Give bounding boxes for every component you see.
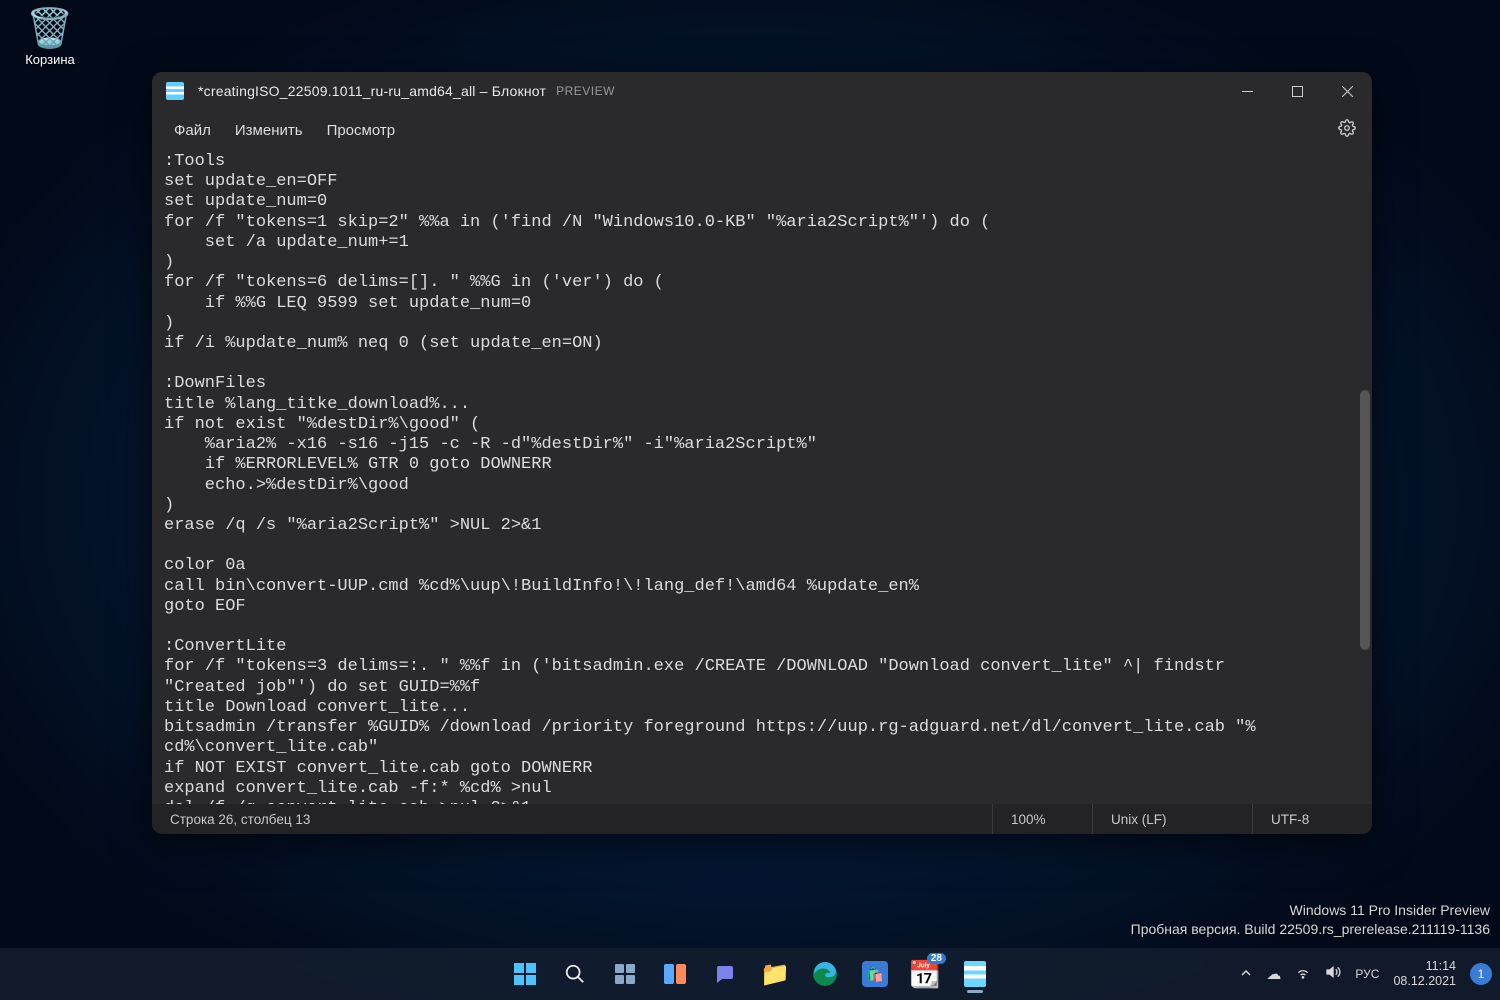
status-eol[interactable]: Unix (LF) [1092,804,1252,834]
notepad-icon [166,82,184,100]
windows-logo-icon [514,963,536,985]
status-encoding[interactable]: UTF-8 [1252,804,1372,834]
volume-icon[interactable] [1325,964,1341,984]
calendar-button[interactable]: 📆 28 [904,953,946,995]
notepad-taskbar-icon [964,961,986,987]
recycle-bin-icon: 🗑️ [15,10,85,48]
notification-count: 1 [1478,967,1485,981]
calendar-badge: 28 [927,953,946,964]
maximize-icon [1292,86,1303,97]
editor-area[interactable]: :Tools set update_en=OFF set update_num=… [152,150,1372,804]
desktop-watermark: Windows 11 Pro Insider Preview Пробная в… [1131,901,1490,940]
recycle-bin-label: Корзина [15,52,85,67]
wifi-icon[interactable] [1295,964,1311,984]
taskbar: 📁 🛍️ 📆 28 ☁ РУС 11:14 08.12.2021 [0,948,1500,1000]
maximize-button[interactable] [1272,72,1322,110]
search-icon [564,963,586,985]
scrollbar[interactable] [1358,150,1370,804]
tray-chevron-up-icon[interactable] [1240,966,1252,983]
settings-button[interactable] [1332,113,1362,148]
edge-icon [812,961,838,987]
menu-file[interactable]: Файл [162,116,223,145]
clock-date: 08.12.2021 [1393,974,1456,989]
close-icon [1342,86,1353,97]
chat-icon [713,962,737,986]
system-tray: ☁ РУС 11:14 08.12.2021 1 [1240,959,1492,989]
close-button[interactable] [1322,72,1372,110]
recycle-bin[interactable]: 🗑️ Корзина [15,10,85,67]
notepad-window: *creatingISO_22509.1011_ru-ru_amd64_all … [152,72,1372,834]
preview-tag: PREVIEW [556,84,615,98]
store-button[interactable]: 🛍️ [854,953,896,995]
search-button[interactable] [554,953,596,995]
menu-edit[interactable]: Изменить [223,116,315,145]
minimize-button[interactable] [1222,72,1272,110]
window-controls [1222,72,1372,110]
explorer-button[interactable]: 📁 [754,953,796,995]
edge-button[interactable] [804,953,846,995]
folder-icon: 📁 [760,960,790,989]
notepad-taskbar-button[interactable] [954,953,996,995]
taskview-button[interactable] [604,953,646,995]
statusbar: Строка 26, столбец 13 100% Unix (LF) UTF… [152,804,1372,834]
status-zoom[interactable]: 100% [992,804,1092,834]
onedrive-icon[interactable]: ☁ [1266,965,1281,983]
scrollbar-thumb[interactable] [1360,390,1370,650]
watermark-line2: Пробная версия. Build 22509.rs_prereleas… [1131,920,1490,940]
clock[interactable]: 11:14 08.12.2021 [1393,959,1456,989]
chat-button[interactable] [704,953,746,995]
menubar: Файл Изменить Просмотр [152,110,1372,150]
titlebar[interactable]: *creatingISO_22509.1011_ru-ru_amd64_all … [152,72,1372,110]
taskbar-center: 📁 🛍️ 📆 28 [504,953,996,995]
taskview-icon [615,964,635,984]
minimize-icon [1242,86,1253,97]
window-title: *creatingISO_22509.1011_ru-ru_amd64_all … [198,83,546,99]
gear-icon [1338,119,1356,137]
start-button[interactable] [504,953,546,995]
store-icon: 🛍️ [862,961,888,987]
widgets-button[interactable] [654,953,696,995]
notifications-button[interactable]: 1 [1470,963,1492,985]
clock-time: 11:14 [1393,959,1456,974]
editor-content: :Tools set update_en=OFF set update_num=… [164,152,1256,804]
language-indicator[interactable]: РУС [1355,967,1379,981]
widgets-icon [664,964,686,984]
status-cursor: Строка 26, столбец 13 [152,804,992,834]
watermark-line1: Windows 11 Pro Insider Preview [1131,901,1490,921]
menu-view[interactable]: Просмотр [315,116,408,145]
